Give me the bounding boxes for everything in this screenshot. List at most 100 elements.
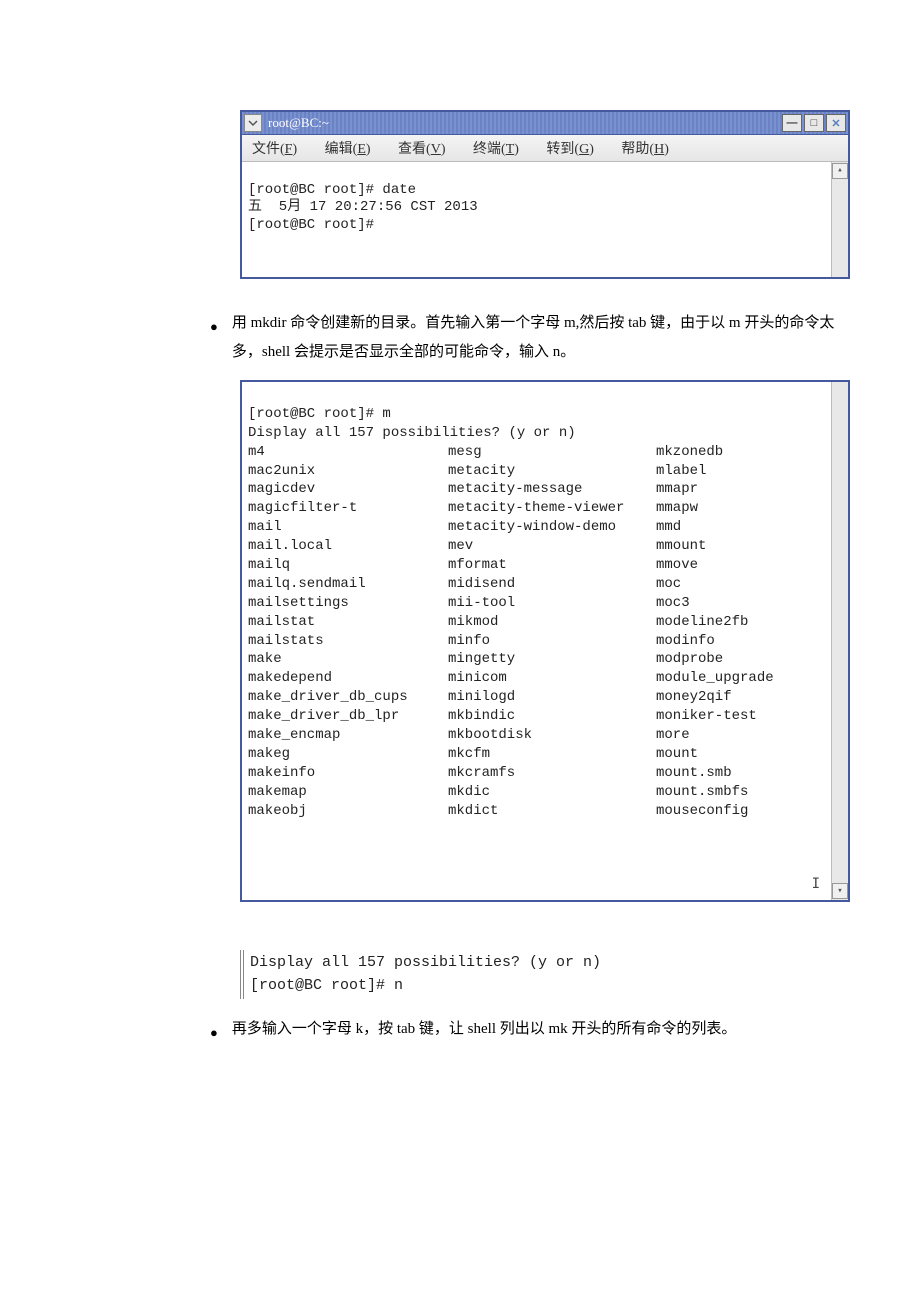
term-line: Display all 157 possibilities? (y or n) xyxy=(248,425,576,441)
completion-item: metacity-theme-viewer xyxy=(448,499,656,518)
completion-item: magicdev xyxy=(248,480,448,499)
scroll-up-icon[interactable]: ▴ xyxy=(832,163,848,179)
completion-item: midisend xyxy=(448,575,656,594)
completion-item: makedepend xyxy=(248,669,448,688)
completion-item: minilogd xyxy=(448,688,656,707)
paragraph-bullet-2: ● 再多输入一个字母 k，按 tab 键，让 shell 列出以 mk 开头的所… xyxy=(210,1015,850,1046)
close-button[interactable]: ✕ xyxy=(826,114,846,132)
completion-item: magicfilter-t xyxy=(248,499,448,518)
completion-item: mev xyxy=(448,537,656,556)
completion-row: magicdevmetacity-messagemmapr xyxy=(248,480,826,499)
bullet-icon: ● xyxy=(210,1015,218,1046)
menu-file[interactable]: 文件(F) xyxy=(252,142,297,157)
completion-item: mac2unix xyxy=(248,462,448,481)
completion-item: modeline2fb xyxy=(656,613,826,632)
completion-item: mailq.sendmail xyxy=(248,575,448,594)
completion-item: metacity-window-demo xyxy=(448,518,656,537)
completion-item: mkcfm xyxy=(448,745,656,764)
completion-item: moc xyxy=(656,575,826,594)
term-line: [root@BC root]# date xyxy=(248,182,416,198)
completion-item: mail.local xyxy=(248,537,448,556)
completion-item: make_driver_db_cups xyxy=(248,688,448,707)
completion-item: mmapr xyxy=(656,480,826,499)
completion-item: mount xyxy=(656,745,826,764)
terminal-window-date: root@BC:~ — □ ✕ 文件(F) 编辑(E) 查看(V) 终端(T) … xyxy=(240,110,850,279)
completion-item: make_driver_db_lpr xyxy=(248,707,448,726)
completion-item: minfo xyxy=(448,632,656,651)
completion-row: mailq.sendmailmidisendmoc xyxy=(248,575,826,594)
completion-item: mformat xyxy=(448,556,656,575)
completion-item: mkcramfs xyxy=(448,764,656,783)
completion-item: mailq xyxy=(248,556,448,575)
completion-row: make_driver_db_lprmkbindicmoniker-test xyxy=(248,707,826,726)
completion-row: mailsettingsmii-toolmoc3 xyxy=(248,594,826,613)
completion-row: makemapmkdicmount.smbfs xyxy=(248,783,826,802)
completion-item: modprobe xyxy=(656,650,826,669)
menu-help[interactable]: 帮助(H) xyxy=(621,142,668,157)
completion-item: metacity-message xyxy=(448,480,656,499)
completion-item: makeobj xyxy=(248,802,448,821)
scrollbar[interactable]: ▴ xyxy=(831,162,848,277)
terminal-output-completion[interactable]: [root@BC root]# m Display all 157 possib… xyxy=(242,382,848,900)
menu-go[interactable]: 转到(G) xyxy=(546,142,593,157)
term-line: [root@BC root]# xyxy=(248,217,374,233)
terminal-output[interactable]: [root@BC root]# date 五 5月 17 20:27:56 CS… xyxy=(242,162,848,277)
minimize-button[interactable]: — xyxy=(782,114,802,132)
menu-terminal[interactable]: 终端(T) xyxy=(473,142,519,157)
completion-row: magicfilter-tmetacity-theme-viewermmapw xyxy=(248,499,826,518)
scroll-down-icon[interactable]: ▾ xyxy=(832,883,848,899)
completion-row: makeobjmkdictmouseconfig xyxy=(248,802,826,821)
completion-item: mingetty xyxy=(448,650,656,669)
completion-item: mmount xyxy=(656,537,826,556)
completion-row: mailqmformatmmove xyxy=(248,556,826,575)
completion-item: make xyxy=(248,650,448,669)
completion-item: mount.smb xyxy=(656,764,826,783)
completion-item: make_encmap xyxy=(248,726,448,745)
completion-item: mmapw xyxy=(656,499,826,518)
snippet-line: Display all 157 possibilities? (y or n) xyxy=(250,954,601,971)
completion-row: m4mesgmkzonedb xyxy=(248,443,826,462)
completion-row: make_encmapmkbootdiskmore xyxy=(248,726,826,745)
completion-item: minicom xyxy=(448,669,656,688)
completion-item: metacity xyxy=(448,462,656,481)
completion-item: module_upgrade xyxy=(656,669,826,688)
completion-row: mailstatsminfomodinfo xyxy=(248,632,826,651)
snippet-block: Display all 157 possibilities? (y or n) … xyxy=(240,950,810,999)
completion-item: mail xyxy=(248,518,448,537)
completion-item: mailsettings xyxy=(248,594,448,613)
completion-row: mac2unixmetacitymlabel xyxy=(248,462,826,481)
system-menu-icon[interactable] xyxy=(244,114,262,132)
completion-item: makeg xyxy=(248,745,448,764)
completion-item: mouseconfig xyxy=(656,802,826,821)
bullet-text: 再多输入一个字母 k，按 tab 键，让 shell 列出以 mk 开头的所有命… xyxy=(232,1015,737,1046)
term-line: [root@BC root]# m xyxy=(248,406,391,422)
completion-item: more xyxy=(656,726,826,745)
completion-row: mailstatmikmodmodeline2fb xyxy=(248,613,826,632)
completion-row: make_driver_db_cupsminilogdmoney2qif xyxy=(248,688,826,707)
menu-edit[interactable]: 编辑(E) xyxy=(325,142,371,157)
completion-item: mkbindic xyxy=(448,707,656,726)
bullet-icon: ● xyxy=(210,309,218,366)
menu-view[interactable]: 查看(V) xyxy=(398,142,445,157)
bullet-text: 用 mkdir 命令创建新的目录。首先输入第一个字母 m,然后按 tab 键，由… xyxy=(232,309,850,366)
completion-item: moniker-test xyxy=(656,707,826,726)
text-cursor-icon: I xyxy=(812,875,820,894)
window-title: root@BC:~ xyxy=(266,115,329,131)
completion-item: mailstats xyxy=(248,632,448,651)
completion-row: mailmetacity-window-demommd xyxy=(248,518,826,537)
completion-row: makedependminicommodule_upgrade xyxy=(248,669,826,688)
completion-item: money2qif xyxy=(656,688,826,707)
completion-table: m4mesgmkzonedbmac2unixmetacitymlabelmagi… xyxy=(248,443,826,821)
completion-item: mesg xyxy=(448,443,656,462)
completion-row: makegmkcfmmount xyxy=(248,745,826,764)
paragraph-bullet-1: ● 用 mkdir 命令创建新的目录。首先输入第一个字母 m,然后按 tab 键… xyxy=(210,309,850,366)
completion-item: mount.smbfs xyxy=(656,783,826,802)
completion-item: makemap xyxy=(248,783,448,802)
completion-item: mkdict xyxy=(448,802,656,821)
scrollbar[interactable]: ▾ xyxy=(831,382,848,900)
maximize-button[interactable]: □ xyxy=(804,114,824,132)
completion-row: makemingettymodprobe xyxy=(248,650,826,669)
completion-item: mikmod xyxy=(448,613,656,632)
completion-item: m4 xyxy=(248,443,448,462)
completion-item: mmd xyxy=(656,518,826,537)
